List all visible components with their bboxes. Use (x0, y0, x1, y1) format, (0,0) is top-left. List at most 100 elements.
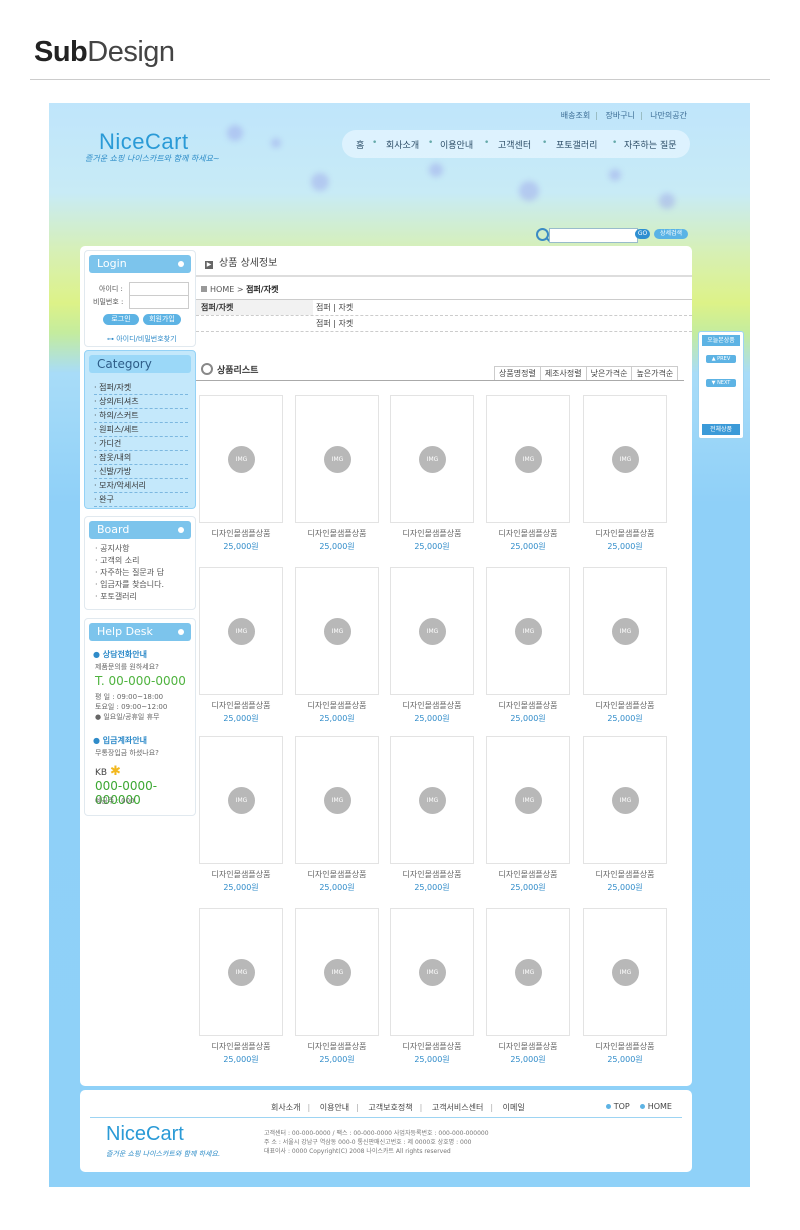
footer-link-privacy[interactable]: 고객보호정책 (361, 1103, 419, 1112)
nav-gallery[interactable]: 포토갤러리 (556, 138, 597, 151)
product-image[interactable]: IMG (199, 395, 283, 523)
product-card[interactable]: IMG 디자인몰샘플상품 25,000원 (583, 736, 667, 893)
product-image[interactable]: IMG (390, 395, 474, 523)
product-name[interactable]: 디자인몰샘플상품 (583, 869, 667, 880)
product-name[interactable]: 디자인몰샘플상품 (583, 700, 667, 711)
id-field[interactable] (129, 282, 189, 296)
sort-by-name[interactable]: 상품명정렬 (494, 366, 541, 381)
product-image[interactable]: IMG (583, 736, 667, 864)
product-card[interactable]: IMG 디자인몰샘플상품 25,000원 (486, 395, 570, 552)
product-card[interactable]: IMG 디자인몰샘플상품 25,000원 (390, 736, 474, 893)
join-button[interactable]: 회원가입 (143, 314, 181, 325)
password-field[interactable] (129, 295, 189, 309)
product-card[interactable]: IMG 디자인몰샘플상품 25,000원 (486, 908, 570, 1065)
nav-faq[interactable]: 자주하는 질문 (624, 138, 677, 151)
subcategory-value[interactable]: 점퍼 | 자켓 (316, 316, 353, 331)
product-card[interactable]: IMG 디자인몰샘플상품 25,000원 (583, 908, 667, 1065)
product-image[interactable]: IMG (583, 908, 667, 1036)
category-item[interactable]: · 가디건 (94, 437, 188, 451)
nav-guide[interactable]: 이용안내 (440, 138, 473, 151)
board-item[interactable]: · 자주하는 질문과 답 (85, 567, 195, 579)
product-card[interactable]: IMG 디자인몰샘플상품 25,000원 (583, 395, 667, 552)
product-name[interactable]: 디자인몰샘플상품 (583, 1041, 667, 1052)
product-image[interactable]: IMG (486, 567, 570, 695)
product-name[interactable]: 디자인몰샘플상품 (295, 869, 379, 880)
product-image[interactable]: IMG (486, 908, 570, 1036)
footer-link-email[interactable]: 이메일 (496, 1103, 532, 1112)
product-name[interactable]: 디자인몰샘플상품 (390, 869, 474, 880)
footer-link-guide[interactable]: 이용안내 (313, 1103, 356, 1112)
product-name[interactable]: 디자인몰샘플상품 (486, 1041, 570, 1052)
category-item[interactable]: · 모자/악세서리 (94, 479, 188, 493)
subcategory-value[interactable]: 점퍼 | 자켓 (316, 300, 353, 315)
footer-link-cs[interactable]: 고객서비스센터 (425, 1103, 491, 1112)
product-name[interactable]: 디자인몰샘플상품 (390, 1041, 474, 1052)
product-card[interactable]: IMG 디자인몰샘플상품 25,000원 (295, 395, 379, 552)
product-name[interactable]: 디자인몰샘플상품 (583, 528, 667, 539)
board-item[interactable]: · 고객의 소리 (85, 555, 195, 567)
category-item[interactable]: · 신발/가방 (94, 465, 188, 479)
product-card[interactable]: IMG 디자인몰샘플상품 25,000원 (199, 395, 283, 552)
product-image[interactable]: IMG (295, 736, 379, 864)
site-logo[interactable]: NiceCart (99, 129, 189, 155)
product-card[interactable]: IMG 디자인몰샘플상품 25,000원 (583, 567, 667, 724)
product-card[interactable]: IMG 디자인몰샘플상품 25,000원 (295, 736, 379, 893)
board-item[interactable]: · 포토갤러리 (85, 591, 195, 603)
board-item[interactable]: · 공지사항 (85, 543, 195, 555)
product-name[interactable]: 디자인몰샘플상품 (390, 700, 474, 711)
category-item[interactable]: · 원피스/세트 (94, 423, 188, 437)
product-name[interactable]: 디자인몰샘플상품 (199, 1041, 283, 1052)
product-card[interactable]: IMG 디자인몰샘플상품 25,000원 (199, 567, 283, 724)
product-image[interactable]: IMG (295, 395, 379, 523)
sort-by-high-price[interactable]: 높은가격순 (631, 366, 679, 381)
product-name[interactable]: 디자인몰샘플상품 (295, 700, 379, 711)
product-image[interactable]: IMG (295, 908, 379, 1036)
product-image[interactable]: IMG (295, 567, 379, 695)
sort-by-low-price[interactable]: 낮은가격순 (585, 366, 633, 381)
category-item[interactable]: · 잠옷/내의 (94, 451, 188, 465)
product-card[interactable]: IMG 디자인몰샘플상품 25,000원 (486, 567, 570, 724)
product-card[interactable]: IMG 디자인몰샘플상품 25,000원 (295, 908, 379, 1065)
category-item[interactable]: · 완구 (94, 493, 188, 507)
category-item[interactable]: · 상의/티셔츠 (94, 395, 188, 409)
product-image[interactable]: IMG (583, 567, 667, 695)
product-card[interactable]: IMG 디자인몰샘플상품 25,000원 (486, 736, 570, 893)
product-image[interactable]: IMG (199, 567, 283, 695)
top-button[interactable]: TOP (614, 1102, 630, 1111)
nav-company[interactable]: 회사소개 (386, 138, 419, 151)
search-go-button[interactable]: GO (635, 229, 650, 239)
category-item[interactable]: · 점퍼/자켓 (94, 381, 188, 395)
breadcrumb-home[interactable]: HOME > (210, 285, 244, 294)
product-name[interactable]: 디자인몰샘플상품 (199, 528, 283, 539)
home-button[interactable]: HOME (648, 1102, 672, 1111)
product-image[interactable]: IMG (390, 736, 474, 864)
product-image[interactable]: IMG (486, 395, 570, 523)
product-card[interactable]: IMG 디자인몰샘플상품 25,000원 (390, 908, 474, 1065)
top-link-cart[interactable]: 장바구니 (600, 111, 639, 120)
category-item[interactable]: · 하의/스커트 (94, 409, 188, 423)
top-link-delivery[interactable]: 배송조회 (556, 111, 595, 120)
find-id-link[interactable]: ⊶ 아이디/비밀번호찾기 (107, 334, 177, 344)
product-name[interactable]: 디자인몰샘플상품 (486, 869, 570, 880)
product-name[interactable]: 디자인몰샘플상품 (199, 700, 283, 711)
product-card[interactable]: IMG 디자인몰샘플상품 25,000원 (390, 395, 474, 552)
product-name[interactable]: 디자인몰샘플상품 (295, 1041, 379, 1052)
product-image[interactable]: IMG (199, 736, 283, 864)
login-button[interactable]: 로그인 (103, 314, 139, 325)
all-products-button[interactable]: 전체상품 (702, 424, 740, 435)
product-name[interactable]: 디자인몰샘플상품 (486, 528, 570, 539)
top-link-mypage[interactable]: 나만의공간 (645, 111, 692, 120)
recent-next-button[interactable]: ▼ NEXT (706, 379, 736, 387)
recent-prev-button[interactable]: ▲ PREV (706, 355, 736, 363)
product-image[interactable]: IMG (486, 736, 570, 864)
product-name[interactable]: 디자인몰샘플상품 (295, 528, 379, 539)
product-image[interactable]: IMG (583, 395, 667, 523)
sort-by-maker[interactable]: 제조사정렬 (539, 366, 587, 381)
product-name[interactable]: 디자인몰샘플상품 (486, 700, 570, 711)
product-name[interactable]: 디자인몰샘플상품 (199, 869, 283, 880)
product-card[interactable]: IMG 디자인몰샘플상품 25,000원 (199, 908, 283, 1065)
product-card[interactable]: IMG 디자인몰샘플상품 25,000원 (390, 567, 474, 724)
product-image[interactable]: IMG (390, 567, 474, 695)
product-image[interactable]: IMG (199, 908, 283, 1036)
nav-home[interactable]: 홈 (356, 138, 364, 151)
